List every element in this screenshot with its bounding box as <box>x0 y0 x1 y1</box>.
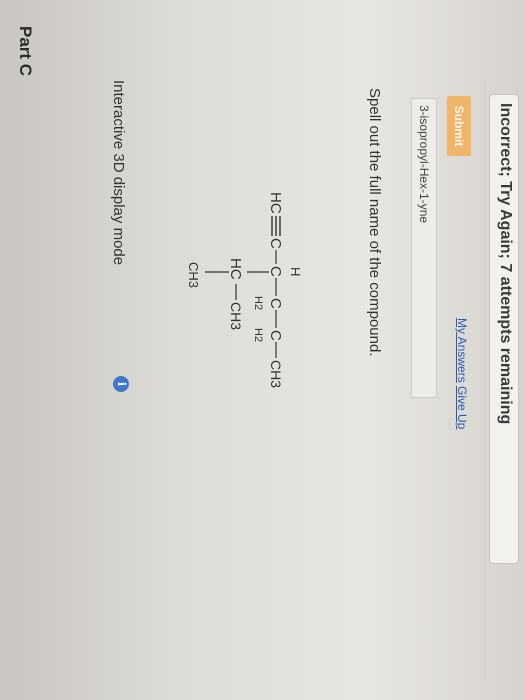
submit-button[interactable]: Submit <box>447 96 471 156</box>
my-answers-link[interactable]: My Answers <box>455 318 469 383</box>
atom-c1: C <box>267 238 284 249</box>
info-icon[interactable]: i <box>113 376 129 392</box>
part-title: Part C <box>16 26 35 77</box>
answer-input[interactable] <box>411 98 437 398</box>
atom-c2: C <box>267 266 284 277</box>
question-panel: Part C Interactive 3D display mode i HC … <box>0 0 525 700</box>
atom-h2-a: H2 <box>252 296 264 310</box>
interactive-3d-link[interactable]: Interactive 3D display mode <box>110 80 127 265</box>
atom-ch3-branch-down: CH3 <box>186 262 201 288</box>
atom-c3: C <box>267 298 284 309</box>
atom-c4: C <box>267 330 284 341</box>
atom-ch3-branch-right: CH3 <box>228 302 244 330</box>
atom-h-top: H <box>288 267 303 276</box>
question-prompt: Spell out the full name of the compound. <box>366 88 383 357</box>
feedback-box: Incorrect; Try Again; 7 attempts remaini… <box>489 94 519 564</box>
atom-ch3-end: CH3 <box>268 360 284 388</box>
give-up-link[interactable]: Give Up <box>455 386 469 429</box>
atom-hc-branch: HC <box>227 258 244 280</box>
divider <box>484 80 485 680</box>
atom-h2-b: H2 <box>252 328 264 342</box>
atom-hc: HC <box>267 192 284 214</box>
feedback-text: Incorrect; Try Again; 7 attempts remaini… <box>497 103 514 425</box>
structural-formula: HC C C H C H2 C H2 CH3 HC CH3 CH3 <box>186 192 303 388</box>
